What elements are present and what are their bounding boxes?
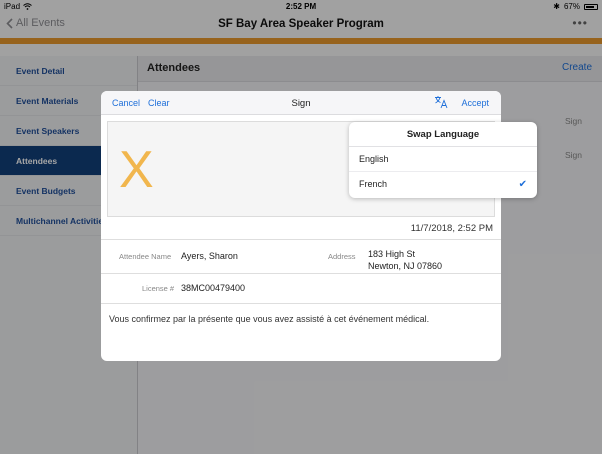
address-line2: Newton, NJ 07860: [368, 261, 443, 271]
language-option-label: French: [359, 179, 388, 189]
language-option-english[interactable]: English: [349, 147, 537, 172]
signature-mark: X: [119, 141, 154, 199]
address-label: Address: [328, 252, 356, 261]
attendee-name-label: Attendee Name: [119, 252, 172, 261]
accept-button[interactable]: Accept: [461, 98, 489, 108]
license-row: License # 38MC00479400: [101, 273, 501, 303]
modal-toolbar: Cancel Clear Sign Accept: [101, 91, 501, 115]
consent-row: Vous confirmez par la présente que vous …: [101, 303, 501, 361]
license-label: License #: [142, 284, 175, 293]
popover-title: Swap Language: [349, 122, 537, 147]
app-root: iPad 2:52 PM ✱ 67% All Events SF Bay Are…: [0, 0, 602, 454]
language-option-label: English: [359, 154, 389, 164]
swap-language-popover: Swap Language English French ✔: [349, 122, 537, 198]
attendee-name-value: Ayers, Sharon: [181, 251, 238, 261]
signature-date: 11/7/2018, 2:52 PM: [410, 223, 493, 234]
translate-icon[interactable]: [434, 95, 448, 109]
checkmark-icon: ✔: [518, 179, 527, 190]
license-value: 38MC00479400: [181, 283, 246, 293]
consent-text: Vous confirmez par la présente que vous …: [109, 314, 430, 324]
attendee-info-row: Attendee Name Ayers, Sharon Address 183 …: [101, 239, 501, 273]
language-option-french[interactable]: French ✔: [349, 172, 537, 197]
address-line1: 183 High St: [368, 249, 416, 259]
